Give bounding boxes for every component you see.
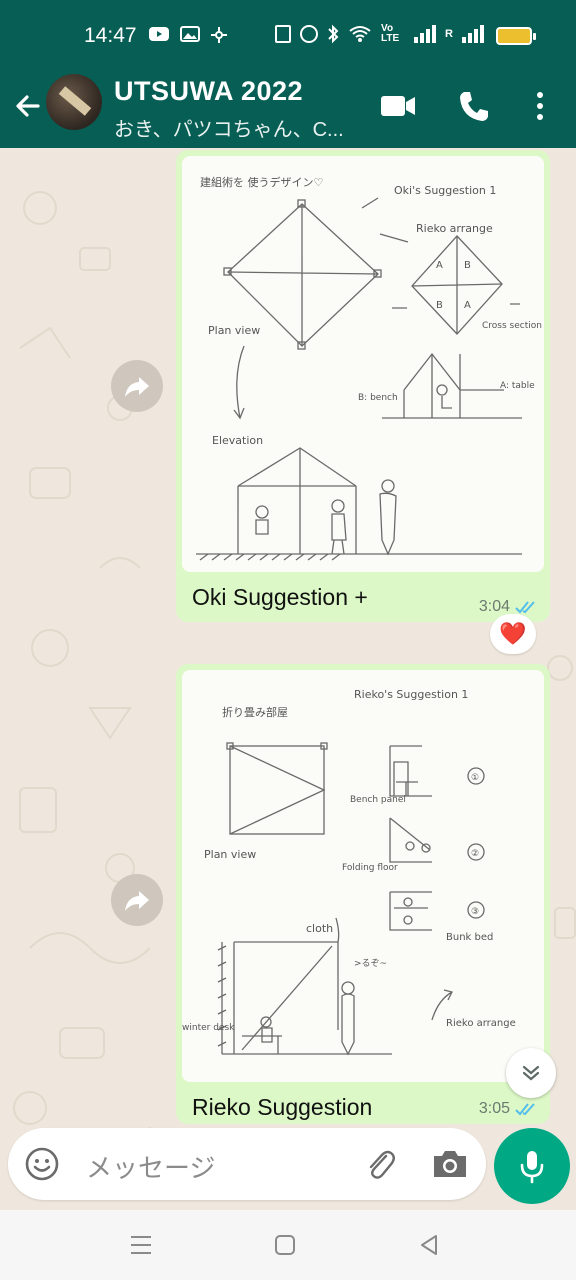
- battery-icon: [496, 27, 536, 45]
- sketch-cross-section-label: Cross section position: [482, 321, 544, 331]
- message-time: 3:04: [478, 598, 510, 615]
- bluetooth-icon: [328, 24, 339, 44]
- sketch-image[interactable]: 折り畳み部屋 Rieko's Suggestion 1 Plan view Be…: [182, 670, 544, 1082]
- sketch-b-label: B: [464, 260, 471, 271]
- sketch-elevation-label: Elevation: [212, 434, 263, 447]
- volte-label: Vo LTE: [381, 23, 400, 44]
- group-avatar[interactable]: [46, 74, 102, 130]
- back-arrow-icon[interactable]: [12, 90, 44, 122]
- heart-reaction-icon: ❤️: [499, 621, 527, 646]
- system-nav-bar: [0, 1210, 576, 1280]
- scroll-to-bottom-button[interactable]: [506, 1048, 556, 1098]
- signal-icon: [414, 25, 437, 43]
- sketch-a2-label: A: [464, 300, 471, 311]
- sketch-a-label: A: [436, 260, 443, 271]
- sketch-suggestion-label: Rieko's Suggestion 1: [354, 688, 468, 701]
- notification-icons: [148, 26, 228, 44]
- sketch-bench-label: B: bench: [358, 393, 398, 403]
- sketch-suggestion-label: Oki's Suggestion 1: [394, 184, 496, 197]
- status-bar: 14:47 Vo LTE R: [0, 0, 576, 68]
- sketch-bench-panel-label: Bench panel: [350, 795, 406, 805]
- forward-button[interactable]: [111, 360, 163, 412]
- message-composer: メッセージ: [8, 1128, 486, 1200]
- sketch-rieko-arrange-label: Rieko arrange: [446, 1018, 516, 1029]
- sketch-winter-desk-label: winter desk: [182, 1023, 235, 1033]
- attach-icon[interactable]: [362, 1146, 398, 1182]
- sketch-bunk-bed-label: Bunk bed: [446, 932, 493, 943]
- group-title[interactable]: UTSUWA 2022: [114, 76, 303, 107]
- signal2-icon: [462, 25, 484, 43]
- status-time: 14:47: [84, 24, 137, 47]
- nfc-icon: [275, 25, 292, 43]
- sketch-folding-floor-label: Folding floor: [342, 863, 398, 873]
- chat-header: UTSUWA 2022 おき、パツコちゃん、C...: [0, 68, 576, 148]
- sketch-number-2: ②: [471, 849, 479, 859]
- forward-icon: [125, 891, 149, 911]
- message-input[interactable]: メッセージ: [86, 1148, 215, 1185]
- microphone-icon: [520, 1151, 544, 1184]
- forward-button[interactable]: [111, 874, 163, 926]
- home-icon[interactable]: [272, 1232, 298, 1258]
- sketch-number-1: ①: [471, 773, 479, 783]
- message-meta: 3:05: [479, 1100, 538, 1118]
- youtube-icon: [149, 27, 169, 41]
- sketch-number-3: ③: [471, 907, 479, 917]
- reaction-badge[interactable]: ❤️: [490, 614, 536, 654]
- camera-icon[interactable]: [430, 1146, 470, 1182]
- sketch-b2-label: B: [436, 300, 443, 311]
- voice-record-button[interactable]: [494, 1128, 570, 1204]
- wifi-icon: [349, 26, 371, 42]
- photo-icon: [180, 26, 200, 42]
- forward-icon: [125, 377, 149, 397]
- message-time: 3:05: [478, 1100, 510, 1117]
- alarm-icon: [300, 25, 319, 43]
- double-chevron-down-icon: [522, 1065, 540, 1081]
- more-options-icon[interactable]: [520, 86, 560, 126]
- sketch-title-jp: 建組術を 使うデザイン♡: [200, 175, 323, 189]
- system-icons: Vo LTE R: [275, 24, 532, 44]
- read-ticks-icon: [515, 1103, 535, 1116]
- sketch-title-jp: 折り畳み部屋: [222, 705, 288, 719]
- chat-area[interactable]: 建組術を 使うデザイン♡ Oki's Suggestion 1 Rieko ar…: [0, 148, 576, 1210]
- recents-icon[interactable]: [128, 1232, 154, 1258]
- message-bubble[interactable]: 折り畳み部屋 Rieko's Suggestion 1 Plan view Be…: [176, 664, 550, 1124]
- pinwheel-icon: [211, 27, 227, 43]
- sketch-drawing: 折り畳み部屋 Rieko's Suggestion 1 Plan view Be…: [182, 688, 516, 1056]
- roaming-label: R: [445, 28, 453, 40]
- sketch-plan-view-label: Plan view: [208, 324, 260, 337]
- video-call-icon[interactable]: [378, 86, 418, 126]
- read-ticks-icon: [515, 601, 535, 614]
- group-members[interactable]: おき、パツコちゃん、C...: [114, 113, 344, 142]
- sketch-arrange-label: Rieko arrange: [416, 222, 493, 235]
- sketch-drawing: 建組術を 使うデザイン♡ Oki's Suggestion 1 Rieko ar…: [196, 175, 544, 561]
- phone-icon[interactable]: [454, 86, 494, 126]
- sketch-plan-view-label: Plan view: [204, 848, 256, 861]
- message-bubble[interactable]: 建組術を 使うデザイン♡ Oki's Suggestion 1 Rieko ar…: [176, 150, 550, 622]
- sketch-cloth-label: cloth: [306, 922, 333, 935]
- sketch-image[interactable]: 建組術を 使うデザイン♡ Oki's Suggestion 1 Rieko ar…: [182, 156, 544, 572]
- emoji-icon[interactable]: [24, 1146, 60, 1182]
- sketch-table-label: A: table: [500, 381, 535, 391]
- back-nav-icon[interactable]: [416, 1232, 442, 1258]
- sketch-speech-label: >るぞ~: [354, 958, 387, 969]
